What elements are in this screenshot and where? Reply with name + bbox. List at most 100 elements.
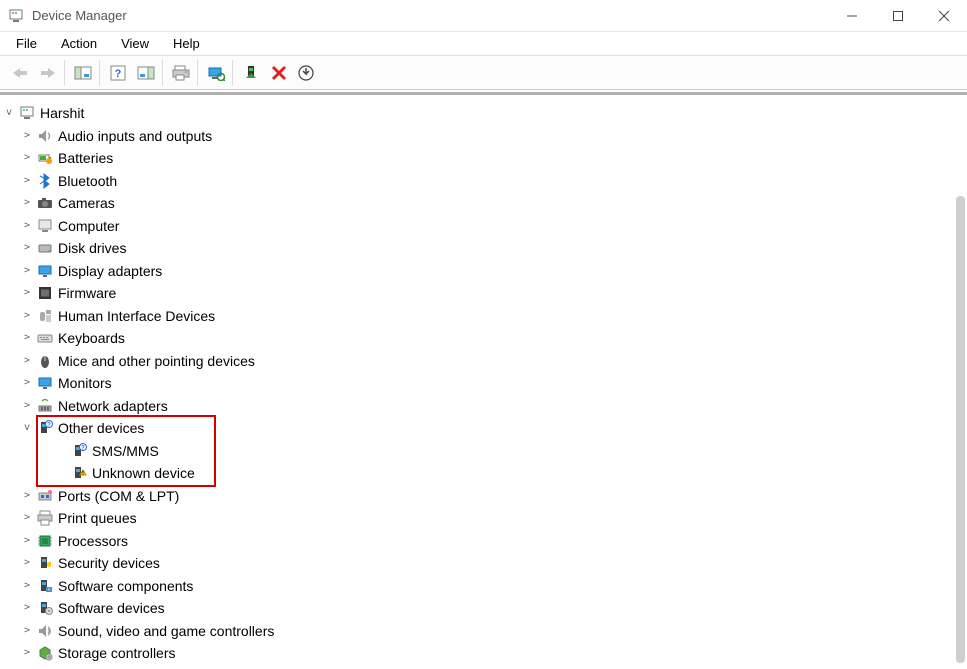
- tree-row-cat-7[interactable]: > Firmware: [2, 282, 951, 305]
- tree-label: Mice and other pointing devices: [58, 354, 255, 368]
- disable-device-button[interactable]: [267, 61, 291, 85]
- tree-row-cat-3[interactable]: > Cameras: [2, 192, 951, 215]
- menu-view[interactable]: View: [111, 34, 159, 53]
- computer-icon: [36, 217, 54, 235]
- tree-row-cat-18[interactable]: >+Software components: [2, 575, 951, 598]
- tree-label: Harshit: [40, 106, 84, 120]
- window-controls: [829, 0, 967, 31]
- expand-icon[interactable]: >: [20, 176, 34, 186]
- svg-text:?: ?: [81, 445, 85, 451]
- tree-row-cat-15[interactable]: >Print queues: [2, 507, 951, 530]
- tree-label: Sound, video and game controllers: [58, 624, 274, 638]
- device-tree-container: vHarshit>Audio inputs and outputs>Batter…: [0, 96, 967, 669]
- tree-row-cat-20[interactable]: > Sound, video and game controllers: [2, 620, 951, 643]
- tree-label: Bluetooth: [58, 174, 117, 188]
- tree-row-cat-6[interactable]: >Display adapters: [2, 260, 951, 283]
- unknown-q-icon: ?: [70, 442, 88, 460]
- tree-row-cat-2[interactable]: > Bluetooth: [2, 170, 951, 193]
- expand-icon[interactable]: >: [20, 153, 34, 163]
- menu-help[interactable]: Help: [163, 34, 210, 53]
- maximize-button[interactable]: [875, 0, 921, 31]
- menu-file[interactable]: File: [6, 34, 47, 53]
- vertical-scrollbar[interactable]: [956, 196, 965, 663]
- root-icon: [18, 104, 36, 122]
- update-driver-button[interactable]: [295, 61, 319, 85]
- tree-row-cat-5[interactable]: > Disk drives: [2, 237, 951, 260]
- tree-label: Keyboards: [58, 331, 125, 345]
- scan-hardware-button[interactable]: [204, 61, 228, 85]
- tree-row-cat-12[interactable]: >Network adapters: [2, 395, 951, 418]
- expand-icon[interactable]: >: [20, 356, 34, 366]
- back-button[interactable]: [8, 61, 32, 85]
- expand-icon[interactable]: >: [20, 401, 34, 411]
- expand-icon[interactable]: >: [20, 558, 34, 568]
- tree-label: Computer: [58, 219, 119, 233]
- storage-icon: [36, 644, 54, 662]
- help-button[interactable]: ?: [106, 61, 130, 85]
- expand-icon[interactable]: >: [20, 131, 34, 141]
- expand-icon[interactable]: >: [20, 513, 34, 523]
- tree-label: Cameras: [58, 196, 115, 210]
- expand-icon[interactable]: >: [20, 198, 34, 208]
- tree-row-cat-11[interactable]: > Monitors: [2, 372, 951, 395]
- device-tree[interactable]: vHarshit>Audio inputs and outputs>Batter…: [0, 102, 967, 665]
- tree-label: Unknown device: [92, 466, 195, 480]
- tree-label: Monitors: [58, 376, 112, 390]
- show-hide-console-tree-button[interactable]: [71, 61, 95, 85]
- tree-row-cat-10[interactable]: > Mice and other pointing devices: [2, 350, 951, 373]
- expand-icon[interactable]: >: [20, 243, 34, 253]
- expand-icon[interactable]: >: [20, 378, 34, 388]
- forward-button[interactable]: [36, 61, 60, 85]
- expand-icon[interactable]: >: [20, 536, 34, 546]
- expand-icon[interactable]: >: [20, 648, 34, 658]
- action-pane-button[interactable]: [134, 61, 158, 85]
- collapse-icon[interactable]: v: [2, 108, 16, 118]
- expand-icon[interactable]: >: [20, 491, 34, 501]
- tree-row-cat-0[interactable]: >Audio inputs and outputs: [2, 125, 951, 148]
- svg-text:?: ?: [115, 68, 122, 80]
- close-button[interactable]: [921, 0, 967, 31]
- expand-icon[interactable]: >: [20, 266, 34, 276]
- enable-device-button[interactable]: [239, 61, 263, 85]
- tree-row-cat-9[interactable]: > Keyboards: [2, 327, 951, 350]
- firmware-icon: [36, 284, 54, 302]
- tree-label: Disk drives: [58, 241, 126, 255]
- keyboard-icon: [36, 329, 54, 347]
- tree-row-cat-13[interactable]: v? Other devices: [2, 417, 951, 440]
- tree-row-cat-21[interactable]: > Storage controllers: [2, 642, 951, 665]
- bluetooth-icon: [36, 172, 54, 190]
- tree-row-cat-4[interactable]: > Computer: [2, 215, 951, 238]
- tree-row-root[interactable]: v Harshit: [2, 102, 951, 125]
- expand-icon[interactable]: >: [20, 581, 34, 591]
- expand-icon[interactable]: >: [20, 311, 34, 321]
- expand-icon[interactable]: >: [20, 221, 34, 231]
- expand-placeholder: >: [54, 446, 68, 456]
- expand-icon[interactable]: >: [20, 603, 34, 613]
- tree-label: Other devices: [58, 421, 144, 435]
- svg-text:?: ?: [47, 423, 51, 429]
- tree-row-cat-19[interactable]: >Software devices: [2, 597, 951, 620]
- expand-icon[interactable]: >: [20, 333, 34, 343]
- tree-row-cat-16[interactable]: > Processors: [2, 530, 951, 553]
- print-button[interactable]: [169, 61, 193, 85]
- cpu-icon: [36, 532, 54, 550]
- battery-icon: [36, 149, 54, 167]
- tree-row-child-13-0[interactable]: >? SMS/MMS: [2, 440, 951, 463]
- speaker-icon: [36, 127, 54, 145]
- tree-row-child-13-1[interactable]: >!Unknown device: [2, 462, 951, 485]
- collapse-icon[interactable]: v: [20, 423, 34, 433]
- tree-label: Batteries: [58, 151, 113, 165]
- network-icon: [36, 397, 54, 415]
- minimize-button[interactable]: [829, 0, 875, 31]
- expand-icon[interactable]: >: [20, 626, 34, 636]
- tree-row-cat-1[interactable]: > Batteries: [2, 147, 951, 170]
- expand-icon[interactable]: >: [20, 288, 34, 298]
- tree-label: Storage controllers: [58, 646, 176, 660]
- tree-label: Processors: [58, 534, 128, 548]
- tree-label: Firmware: [58, 286, 116, 300]
- tree-row-cat-14[interactable]: >Ports (COM & LPT): [2, 485, 951, 508]
- menu-action[interactable]: Action: [51, 34, 107, 53]
- tree-row-cat-8[interactable]: >Human Interface Devices: [2, 305, 951, 328]
- tree-label: SMS/MMS: [92, 444, 159, 458]
- tree-row-cat-17[interactable]: >Security devices: [2, 552, 951, 575]
